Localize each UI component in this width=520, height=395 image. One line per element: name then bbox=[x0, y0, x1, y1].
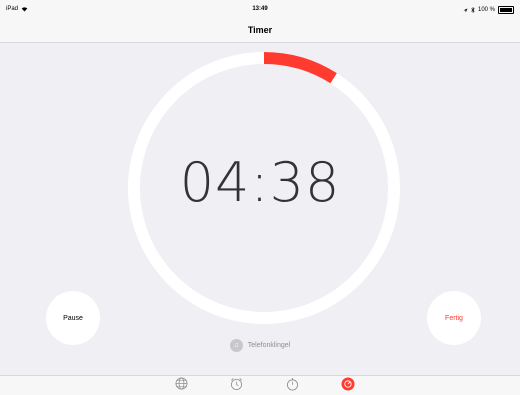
tab-world-clock[interactable] bbox=[174, 377, 188, 391]
tab-stopwatch[interactable] bbox=[285, 377, 299, 391]
sound-label: Telefonklingel bbox=[247, 342, 291, 349]
status-bar: iPad 13:49 100 % bbox=[0, 0, 520, 18]
stopwatch-icon bbox=[286, 377, 298, 391]
status-bar-time: 13:49 bbox=[252, 6, 268, 12]
timer-ring-progress bbox=[263, 52, 337, 84]
page-title: Timer bbox=[247, 25, 273, 35]
battery-icon bbox=[498, 6, 514, 14]
tab-alarm[interactable] bbox=[229, 377, 243, 391]
sound-selector[interactable]: ♫ Telefonklingel bbox=[0, 339, 520, 352]
navigation-bar: Timer bbox=[0, 18, 520, 43]
pause-button-label: Pause bbox=[63, 314, 83, 322]
timer-view: 04:38 Pause Fertig ♫ Telefonklingel bbox=[0, 43, 520, 375]
done-button[interactable]: Fertig bbox=[427, 291, 481, 345]
location-icon bbox=[463, 8, 468, 12]
alarm-clock-icon bbox=[230, 378, 242, 390]
music-note-icon: ♫ bbox=[229, 339, 243, 352]
timer-icon bbox=[341, 377, 355, 391]
timer-remaining-display: 04:38 bbox=[179, 151, 341, 214]
pause-button[interactable]: Pause bbox=[46, 291, 100, 345]
globe-icon bbox=[175, 377, 187, 390]
status-bar-right: 100 % bbox=[463, 6, 514, 14]
tab-bar bbox=[0, 375, 520, 395]
bluetooth-icon bbox=[471, 7, 475, 13]
tab-timer[interactable] bbox=[341, 377, 355, 391]
done-button-label: Fertig bbox=[445, 314, 463, 322]
battery-percent: 100 % bbox=[477, 7, 495, 13]
